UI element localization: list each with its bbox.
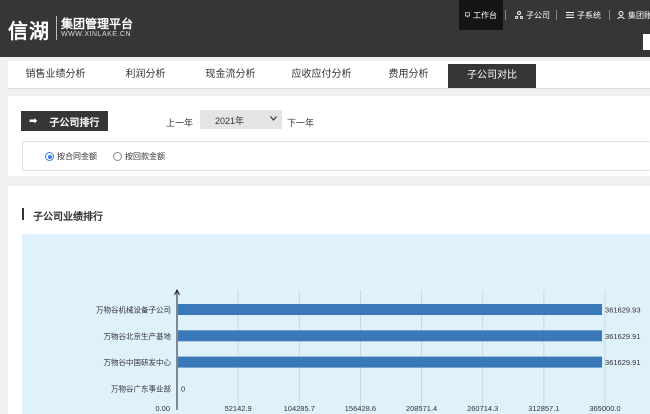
x-tick-label: 156428.6 <box>345 404 376 413</box>
x-tick-label: 312857.1 <box>528 404 559 413</box>
nav-subsystem[interactable]: 子系统 <box>560 0 607 30</box>
metric-radio-group: 按合同金额 按回款金额 <box>22 141 650 171</box>
org-icon <box>515 11 523 19</box>
section-marker <box>22 208 24 220</box>
tab-expense[interactable]: 费用分析 <box>370 61 447 89</box>
bar <box>178 330 603 342</box>
top-header: 信湖 集团管理平台 WWW.XINLAKE.CN 工作台 子公司 子系统 集团账 <box>0 0 650 57</box>
bar <box>178 304 603 315</box>
category-label: 万物谷北京生产基地 <box>104 331 172 341</box>
analysis-tabs: 销售业绩分析 利润分析 现金流分析 应收应付分析 费用分析 子公司对比 <box>8 61 650 89</box>
user-icon <box>617 11 625 19</box>
rank-button-label: 子公司排行 <box>49 117 100 129</box>
x-tick-label: 365000.0 <box>589 404 620 413</box>
arrow-right-icon: ➡ <box>29 115 38 127</box>
bar <box>178 356 603 368</box>
prev-year-link[interactable]: 上一年 <box>166 116 193 129</box>
next-year-link[interactable]: 下一年 <box>287 116 314 129</box>
account-avatar[interactable] <box>643 34 650 50</box>
category-label: 万物谷广东事业部 <box>111 383 171 393</box>
nav-group-account-label: 集团账 <box>628 10 650 20</box>
year-select[interactable]: 2021年 <box>200 110 282 129</box>
x-tick-label: 208571.4 <box>406 404 437 413</box>
subsidiary-rank-button[interactable]: ➡ 子公司排行 <box>21 111 108 131</box>
x-tick-label: 104285.7 <box>284 404 315 413</box>
ranking-panel: 子公司业绩排行 0.00 52142.9 104285.7 156428.6 20857… <box>8 186 650 414</box>
tab-cashflow[interactable]: 现金流分析 <box>188 61 273 89</box>
nav-subsidiary[interactable]: 子公司 <box>509 0 556 30</box>
nav-group-account[interactable]: 集团账 <box>611 0 650 30</box>
radio-contract-label: 按合同金额 <box>57 152 97 161</box>
category-label: 万物谷机械设备子公司 <box>96 305 171 315</box>
tab-receivable-payable[interactable]: 应收应付分析 <box>273 61 370 89</box>
radio-unchecked-icon <box>113 152 122 161</box>
x-tick-label: 52142.9 <box>225 404 252 413</box>
logo-divider <box>56 16 57 40</box>
platform-title: 集团管理平台 <box>61 17 134 31</box>
radio-payment-amount[interactable]: 按回款金额 <box>113 151 165 162</box>
radio-checked-icon <box>45 152 54 161</box>
chevron-down-icon <box>270 116 277 121</box>
nav-subsidiary-label: 子公司 <box>526 10 550 20</box>
value-label: 361629.91 <box>605 332 640 341</box>
tab-sales[interactable]: 销售业绩分析 <box>8 61 103 89</box>
nav-workbench[interactable]: 工作台 <box>459 0 503 30</box>
ranking-bar-chart: 0.00 52142.9 104285.7 156428.6 208571.4 26071… <box>96 288 641 413</box>
chart-container: 0.00 52142.9 104285.7 156428.6 208571.4 26071… <box>22 234 650 414</box>
tab-profit[interactable]: 利润分析 <box>103 61 188 89</box>
radio-contract-amount[interactable]: 按合同金额 <box>45 151 97 162</box>
radio-payment-label: 按回款金额 <box>125 152 165 161</box>
value-label: 361629.93 <box>605 306 640 315</box>
value-label: 0 <box>181 384 185 393</box>
nav-workbench-label: 工作台 <box>473 10 497 20</box>
nav-divider <box>556 10 557 20</box>
tab-subsidiary-compare[interactable]: 子公司对比 <box>448 64 536 88</box>
x-tick-label: 260714.3 <box>467 404 498 413</box>
section-title: 子公司业绩排行 <box>33 212 103 223</box>
x-tick-label: 0.00 <box>155 404 170 413</box>
monitor-icon <box>465 12 470 18</box>
value-label: 361629.91 <box>605 358 640 367</box>
nav-divider <box>609 10 610 20</box>
filter-panel: ➡ 子公司排行 上一年 2021年 下一年 按合同金额 按回款金额 <box>8 96 650 176</box>
category-label: 万物谷中国研发中心 <box>104 357 172 367</box>
platform-url: WWW.XINLAKE.CN <box>61 31 132 38</box>
nav-subsystem-label: 子系统 <box>577 10 601 20</box>
year-select-value: 2021年 <box>215 116 245 126</box>
logo-mark: 信湖 <box>8 19 50 43</box>
nav-divider <box>505 10 506 20</box>
list-icon <box>566 12 574 18</box>
